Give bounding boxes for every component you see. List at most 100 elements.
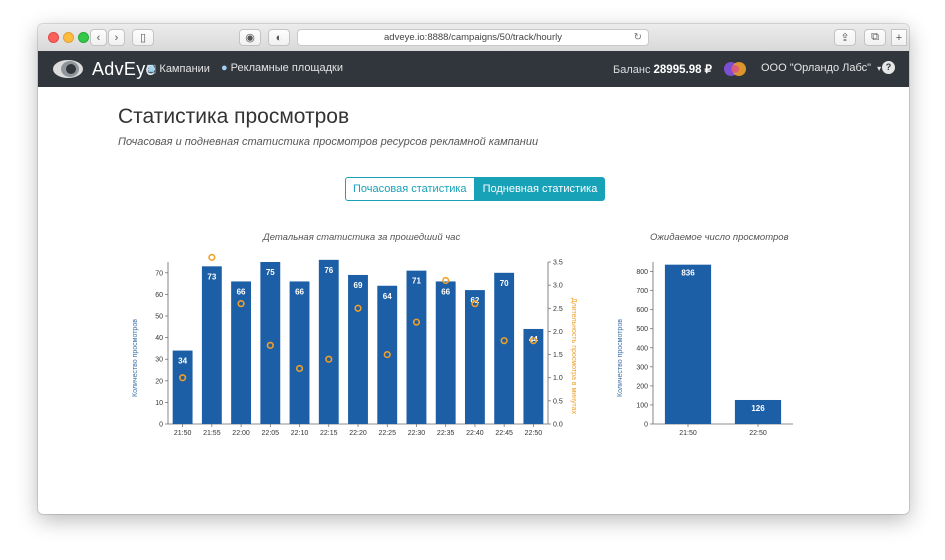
tabs-icon[interactable]: ⧉: [864, 29, 886, 46]
main-content: Статистика просмотров Почасовая и поднев…: [38, 87, 909, 514]
x-tick-label: 22:50: [525, 430, 543, 437]
expected-chart-ylabel: Количество просмотров: [617, 319, 624, 397]
address-bar[interactable]: adveye.io:8888/campaigns/50/track/hourly…: [297, 29, 649, 46]
minimize-window-button[interactable]: [63, 32, 74, 43]
forward-icon[interactable]: ›: [108, 29, 125, 46]
detail-chart-y2label: Длительность просмотра в минутах: [570, 298, 577, 415]
views-bar: [201, 266, 222, 424]
privacy-icon[interactable]: ◐: [268, 29, 290, 46]
y2-tick-label: 1.5: [553, 352, 563, 359]
x-tick-label: 22:30: [408, 430, 426, 437]
sidebar-icon[interactable]: ▯: [132, 29, 154, 46]
expected-views-chart: Количество просмотров 0 100 200 300 400 500 60…: [617, 262, 793, 437]
org-avatar-icon[interactable]: [718, 59, 752, 79]
y-tick-label: 50: [155, 314, 163, 321]
bar-value-label: 64: [383, 292, 392, 301]
y2-tick-label: 3.0: [553, 283, 563, 290]
y-tick-label: 30: [155, 357, 163, 364]
x-tick-label: 22:35: [437, 430, 455, 437]
stats-period-toggle: Почасовая статистика Подневная статистик…: [345, 177, 606, 201]
bar-value-label: 66: [441, 287, 450, 296]
nav-campaigns[interactable]: ▣ Кампании: [146, 62, 210, 76]
y-tick-label: 100: [636, 402, 648, 409]
help-icon[interactable]: ?: [882, 61, 895, 74]
y-tick-label: 60: [155, 292, 163, 299]
bar-value-label: 66: [237, 287, 246, 296]
bar-value-label: 34: [178, 357, 187, 366]
y2-tick-label: 2.0: [553, 329, 563, 336]
x-tick-label: 22:05: [262, 430, 280, 437]
bar-value-label: 75: [266, 268, 275, 277]
duration-point: [208, 253, 216, 261]
x-tick-label: 22:40: [466, 430, 484, 437]
nav-ad-platforms[interactable]: ● Рекламные площадки: [221, 62, 343, 74]
expected-chart-title: Ожидаемое число просмотров: [650, 232, 789, 243]
bar-value-label: 73: [207, 272, 216, 281]
x-tick-label: 22:15: [320, 430, 338, 437]
views-bar: [318, 259, 339, 424]
y2-tick-label: 2.5: [553, 306, 563, 313]
x-tick-label: 22:00: [232, 430, 250, 437]
brand-logo[interactable]: AdvEye: [52, 56, 156, 82]
views-bar: [377, 285, 398, 424]
page-subtitle: Почасовая и подневная статистика просмот…: [118, 136, 539, 148]
y-tick-label: 20: [155, 378, 163, 385]
tab-daily-button[interactable]: Подневная статистика: [474, 177, 606, 201]
eye-logo-icon: [53, 60, 83, 78]
x-tick-label: 22:25: [378, 430, 396, 437]
map-pin-icon: ●: [221, 62, 228, 74]
org-dropdown[interactable]: ООО "Орландо Лабс" ▾: [761, 62, 881, 74]
reload-icon[interactable]: ↻: [634, 32, 642, 43]
bar-value-label: 70: [500, 279, 509, 288]
views-bar: [289, 281, 310, 424]
views-bar: [494, 272, 515, 424]
bar-value-label: 66: [295, 287, 304, 296]
bar-value-label: 836: [681, 269, 695, 278]
y-tick-label: 70: [155, 270, 163, 277]
views-bar: [348, 274, 368, 424]
top-navbar: AdvEye ▣ Кампании ● Рекламные площадки Б…: [38, 51, 909, 87]
close-window-button[interactable]: [48, 32, 59, 43]
zoom-window-button[interactable]: [78, 32, 89, 43]
views-bar: [231, 281, 252, 424]
x-tick-label: 22:20: [349, 430, 367, 437]
y-tick-label: 500: [636, 326, 648, 333]
expected-views-bar: [664, 264, 712, 424]
bar-value-label: 69: [354, 281, 363, 290]
y-tick-label: 0: [159, 422, 163, 429]
y-tick-label: 10: [155, 400, 163, 407]
new-tab-icon[interactable]: +: [891, 29, 907, 46]
y-tick-label: 700: [636, 288, 648, 295]
detail-chart-ylabel: Количество просмотров: [132, 319, 139, 397]
back-icon[interactable]: ‹: [90, 29, 107, 46]
detail-stats-chart: Количество просмотров Длительность просм…: [132, 253, 577, 437]
tab-hourly-button[interactable]: Почасовая статистика: [345, 177, 475, 201]
y2-tick-label: 0.5: [553, 398, 563, 405]
y2-tick-label: 1.0: [553, 375, 563, 382]
y2-tick-label: 3.5: [553, 260, 563, 267]
balance: Баланс 28995.98 ₽: [613, 62, 712, 76]
browser-window: ‹ › ▯ ◉ ◐ adveye.io:8888/campaigns/50/tr…: [38, 24, 909, 514]
y-tick-label: 40: [155, 335, 163, 342]
extension-icon[interactable]: ◉: [239, 29, 261, 46]
nav-platforms-label: Рекламные площадки: [230, 62, 343, 74]
x-tick-label: 22:50: [749, 430, 767, 437]
y2-tick-label: 0.0: [553, 422, 563, 429]
briefcase-icon: ▣: [146, 63, 157, 75]
x-tick-label: 21:50: [679, 430, 697, 437]
y-tick-label: 300: [636, 364, 648, 371]
x-tick-label: 21:55: [203, 430, 221, 437]
x-tick-label: 22:10: [291, 430, 309, 437]
x-tick-label: 21:50: [174, 430, 192, 437]
views-bar: [464, 290, 485, 424]
share-icon[interactable]: ⇪: [834, 29, 856, 46]
browser-titlebar: ‹ › ▯ ◉ ◐ adveye.io:8888/campaigns/50/tr…: [38, 24, 909, 52]
y-tick-label: 800: [636, 269, 648, 276]
x-tick-label: 22:45: [495, 430, 513, 437]
y-tick-label: 600: [636, 307, 648, 314]
url-text: adveye.io:8888/campaigns/50/track/hourly: [384, 32, 562, 43]
y-tick-label: 400: [636, 345, 648, 352]
y-tick-label: 0: [644, 422, 648, 429]
bar-value-label: 71: [412, 277, 421, 286]
detail-chart-title: Детальная статистика за прошедший час: [263, 232, 461, 243]
